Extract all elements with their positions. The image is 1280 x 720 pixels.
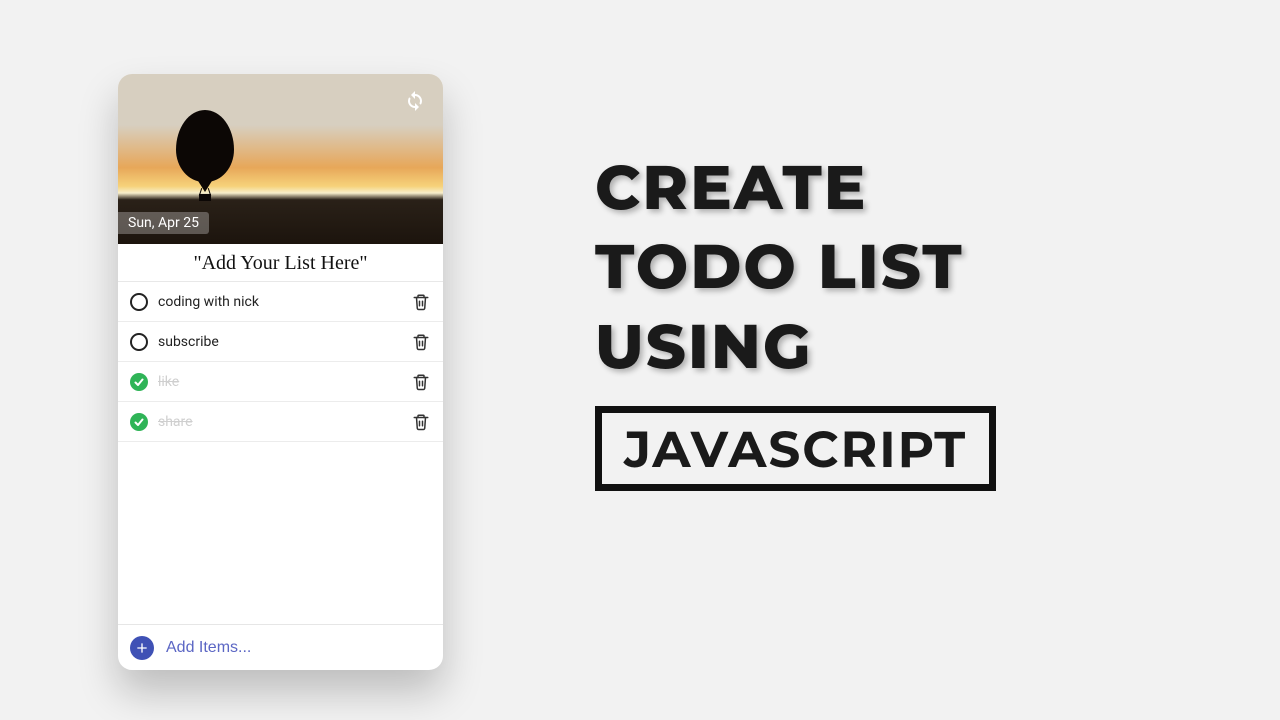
delete-item-button[interactable] [411,292,431,312]
checkbox-unchecked-icon[interactable] [130,293,148,311]
add-item-input[interactable] [166,639,431,657]
trash-icon [412,373,430,391]
delete-item-button[interactable] [411,412,431,432]
hero-image: Sun, Apr 25 [118,74,443,244]
todo-item-label: like [158,374,401,390]
add-item-row [118,624,443,670]
checkbox-checked-icon[interactable] [130,373,148,391]
title-boxed: JAVASCRIPT [595,406,996,491]
todo-item[interactable]: share [118,402,443,442]
checkbox-checked-icon[interactable] [130,413,148,431]
date-badge: Sun, Apr 25 [118,212,209,234]
checkbox-unchecked-icon[interactable] [130,333,148,351]
todo-item-label: subscribe [158,334,401,350]
delete-item-button[interactable] [411,372,431,392]
add-item-button[interactable] [130,636,154,660]
page-title: CREATE TODO LIST USING JAVASCRIPT [595,148,996,491]
todo-items-container: coding with nick subscribe like share [118,282,443,624]
plus-icon [134,640,150,656]
trash-icon [412,333,430,351]
refresh-button[interactable] [401,86,429,114]
hot-air-balloon-silhouette [176,110,234,206]
delete-item-button[interactable] [411,332,431,352]
todo-app-card: Sun, Apr 25 "Add Your List Here" coding … [118,74,443,670]
trash-icon [412,293,430,311]
todo-item[interactable]: coding with nick [118,282,443,322]
refresh-icon [403,88,427,112]
title-line-3: USING [595,307,996,386]
todo-item-label: coding with nick [158,294,401,310]
title-line-1: CREATE [595,148,996,227]
todo-item-label: share [158,414,401,430]
todo-item[interactable]: like [118,362,443,402]
trash-icon [412,413,430,431]
list-heading: "Add Your List Here" [118,244,443,282]
todo-item[interactable]: subscribe [118,322,443,362]
title-line-2: TODO LIST [595,227,996,306]
